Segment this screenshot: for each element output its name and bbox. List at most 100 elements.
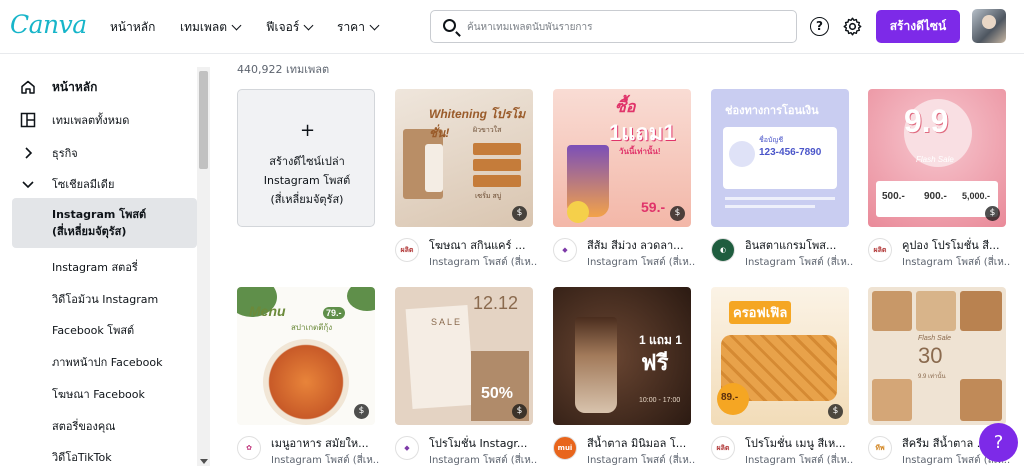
sidebar-item-social-media[interactable]: โซเชียลมีเดีย <box>12 172 197 196</box>
premium-icon: $ <box>828 404 843 419</box>
brand-logo: ผลิต <box>868 238 892 262</box>
template-thumbnail[interactable]: Menu สปาเกตตีกุ้ง 79.- $ <box>237 287 375 425</box>
sidebar-item-label: สตอรี่ของคุณ <box>52 420 116 433</box>
plus-icon: + <box>300 120 316 141</box>
template-subtitle: Instagram โพสต์ (สี่เห... <box>429 455 537 466</box>
chevron-right-icon <box>25 147 33 159</box>
search-box[interactable] <box>430 10 797 43</box>
template-price: 59.- <box>641 199 666 215</box>
sidebar-item-label: ภาพหน้าปก Facebook <box>52 356 163 369</box>
template-thumbnail[interactable]: ครอฟเฟิล 89.- $ <box>711 287 849 425</box>
brand-logo: ◐ <box>711 238 735 262</box>
template-text: Flash Sale <box>916 155 954 164</box>
nav-features[interactable]: ฟีเจอร์ <box>266 18 314 37</box>
template-subtitle: Instagram โพสต์ (สี่เห... <box>587 257 695 268</box>
template-count: 440,922 เทมเพลต <box>237 63 330 76</box>
sidebar-item-business[interactable]: ธุรกิจ <box>12 141 197 165</box>
template-thumbnail[interactable]: Whitening โปรโมชั่น! ผิวขาวใส เซรั่ม สบู… <box>395 89 533 227</box>
template-text: 5,000.- <box>962 191 991 201</box>
template-thumbnail[interactable]: 1 แถม 1 ฟรี 10:00 - 17:00 <box>553 287 691 425</box>
template-title[interactable]: สีน้ำตาล มินิมอล โ... <box>587 434 695 452</box>
template-title[interactable]: คูปอง โปรโมชั่น สี... <box>902 236 1010 254</box>
sidebar-item-label: โฆษณา Facebook <box>52 388 145 401</box>
premium-icon: $ <box>512 206 527 221</box>
sidebar-item-all-templates[interactable]: เทมเพลตทั้งหมด <box>12 108 197 132</box>
sidebar-item-label: ธุรกิจ <box>52 147 78 160</box>
template-heading: ฟรี <box>641 350 669 375</box>
brand-logo: ✿ <box>237 436 261 460</box>
sidebar-item-label: เทมเพลตทั้งหมด <box>52 114 130 127</box>
sidebar-item-label: โซเชียลมีเดีย <box>52 178 115 191</box>
layout-icon <box>20 112 36 128</box>
sidebar-scrollbar[interactable] <box>197 67 210 466</box>
sidebar-item-label: Instagram โพสต์ (สี่เหลี่ยมจัตุรัส) <box>52 208 147 238</box>
template-heading: 12.12 <box>473 293 519 313</box>
sidebar-item-label: หน้าหลัก <box>52 79 98 94</box>
template-price: 89.- <box>721 392 739 403</box>
create-design-button[interactable]: สร้างดีไซน์ <box>876 10 960 43</box>
template-thumbnail[interactable]: 9.9 Flash Sale 500.- 900.- 5,000.- $ <box>868 89 1006 227</box>
template-subtitle: Instagram โพสต์ (สี่เห... <box>745 455 853 466</box>
nav-pricing-label: ราคา <box>337 20 365 34</box>
nav-features-label: ฟีเจอร์ <box>266 20 300 34</box>
home-icon <box>21 80 35 94</box>
template-heading: ครอฟเฟิล <box>729 301 792 324</box>
avatar[interactable] <box>972 9 1006 43</box>
brand-logo: ผลิต <box>395 238 419 262</box>
template-text: 123-456-7890 <box>759 147 822 158</box>
nav-home[interactable]: หน้าหลัก <box>110 18 155 37</box>
premium-icon: $ <box>354 404 369 419</box>
nav-templates-label: เทมเพลต <box>180 20 228 34</box>
template-text: ชื่อบัญชี <box>759 137 784 144</box>
create-blank-design-card[interactable]: + สร้างดีไซน์เปล่า Instagram โพสต์ (สี่เ… <box>237 89 375 227</box>
template-thumbnail[interactable]: Flash Sale 30 9.9 เท่านั้น <box>868 287 1006 425</box>
brand-logo: ◆ <box>553 238 577 262</box>
template-title[interactable]: โฆษณา สกินแคร์ ... <box>429 236 537 254</box>
help-chat-button[interactable]: ? <box>979 423 1018 462</box>
template-title[interactable]: โปรโมชั่น Instagr... <box>429 434 537 452</box>
brand-logo: ผลิต <box>711 436 735 460</box>
template-title[interactable]: สีส้ม สีม่วง ลวดลา... <box>587 236 695 254</box>
template-text: 900.- <box>924 191 947 202</box>
template-title[interactable]: อินสตาแกรมโพส... <box>745 236 853 254</box>
help-icon[interactable]: ? <box>810 17 829 36</box>
template-text: SALE <box>431 317 463 327</box>
chevron-down-icon <box>369 20 380 31</box>
sidebar-item-home[interactable]: หน้าหลัก <box>12 75 197 99</box>
template-title[interactable]: เมนูอาหาร สมัยให... <box>271 434 379 452</box>
template-thumbnail[interactable]: ซื้อ 1แถม1 วันนี้เท่านั้น! 59.- $ <box>553 89 691 227</box>
template-heading: Whitening โปรโมชั่น! <box>429 107 526 140</box>
template-subtitle: Instagram โพสต์ (สี่เห... <box>902 257 1010 268</box>
template-text: สปาเกตตีกุ้ง <box>291 323 333 332</box>
scroll-down-arrow[interactable] <box>200 459 208 464</box>
premium-icon: $ <box>985 206 1000 221</box>
template-text: ผิวขาวใส <box>473 127 502 134</box>
premium-icon: $ <box>670 206 685 221</box>
template-heading: 30 <box>918 343 943 368</box>
search-icon <box>443 19 456 32</box>
chevron-down-icon <box>22 181 34 189</box>
nav-pricing[interactable]: ราคา <box>337 18 380 37</box>
template-text: 10:00 - 17:00 <box>639 397 681 404</box>
nav-templates[interactable]: เทมเพลต <box>180 18 242 37</box>
canva-logo[interactable]: Canva <box>10 10 87 39</box>
brand-logo: mui <box>553 436 577 460</box>
template-text: 50% <box>481 385 514 402</box>
template-heading: 9.9 <box>904 103 949 139</box>
template-subtitle: Instagram โพสต์ (สี่เห... <box>429 257 537 268</box>
sidebar-item-label: วิดีโอTikTok <box>52 451 112 464</box>
gear-icon[interactable] <box>842 16 863 37</box>
search-input[interactable] <box>467 17 787 37</box>
template-subtitle: Instagram โพสต์ (สี่เห... <box>271 455 379 466</box>
brand-logo: ทีพ <box>868 436 892 460</box>
template-thumbnail[interactable]: ช่องทางการโอนเงิน 123-456-7890 ชื่อบัญชี <box>711 89 849 227</box>
sidebar-item-label: Instagram สตอรี่ <box>52 261 138 274</box>
top-header: Canva หน้าหลัก เทมเพลต ฟีเจอร์ ราคา ? สร… <box>0 0 1024 54</box>
template-subtitle: Instagram โพสต์ (สี่เห... <box>587 455 695 466</box>
scrollbar-thumb[interactable] <box>199 71 208 169</box>
template-text: วันนี้เท่านั้น! <box>619 147 661 156</box>
template-title[interactable]: โปรโมชั่น เมนู สีเห... <box>745 434 853 452</box>
sidebar-item-instagram-post[interactable]: Instagram โพสต์ (สี่เหลี่ยมจัตุรัส) <box>12 198 197 248</box>
template-subtitle: Instagram โพสต์ (สี่เห... <box>745 257 853 268</box>
template-thumbnail[interactable]: 12.12 SALE 50% $ <box>395 287 533 425</box>
